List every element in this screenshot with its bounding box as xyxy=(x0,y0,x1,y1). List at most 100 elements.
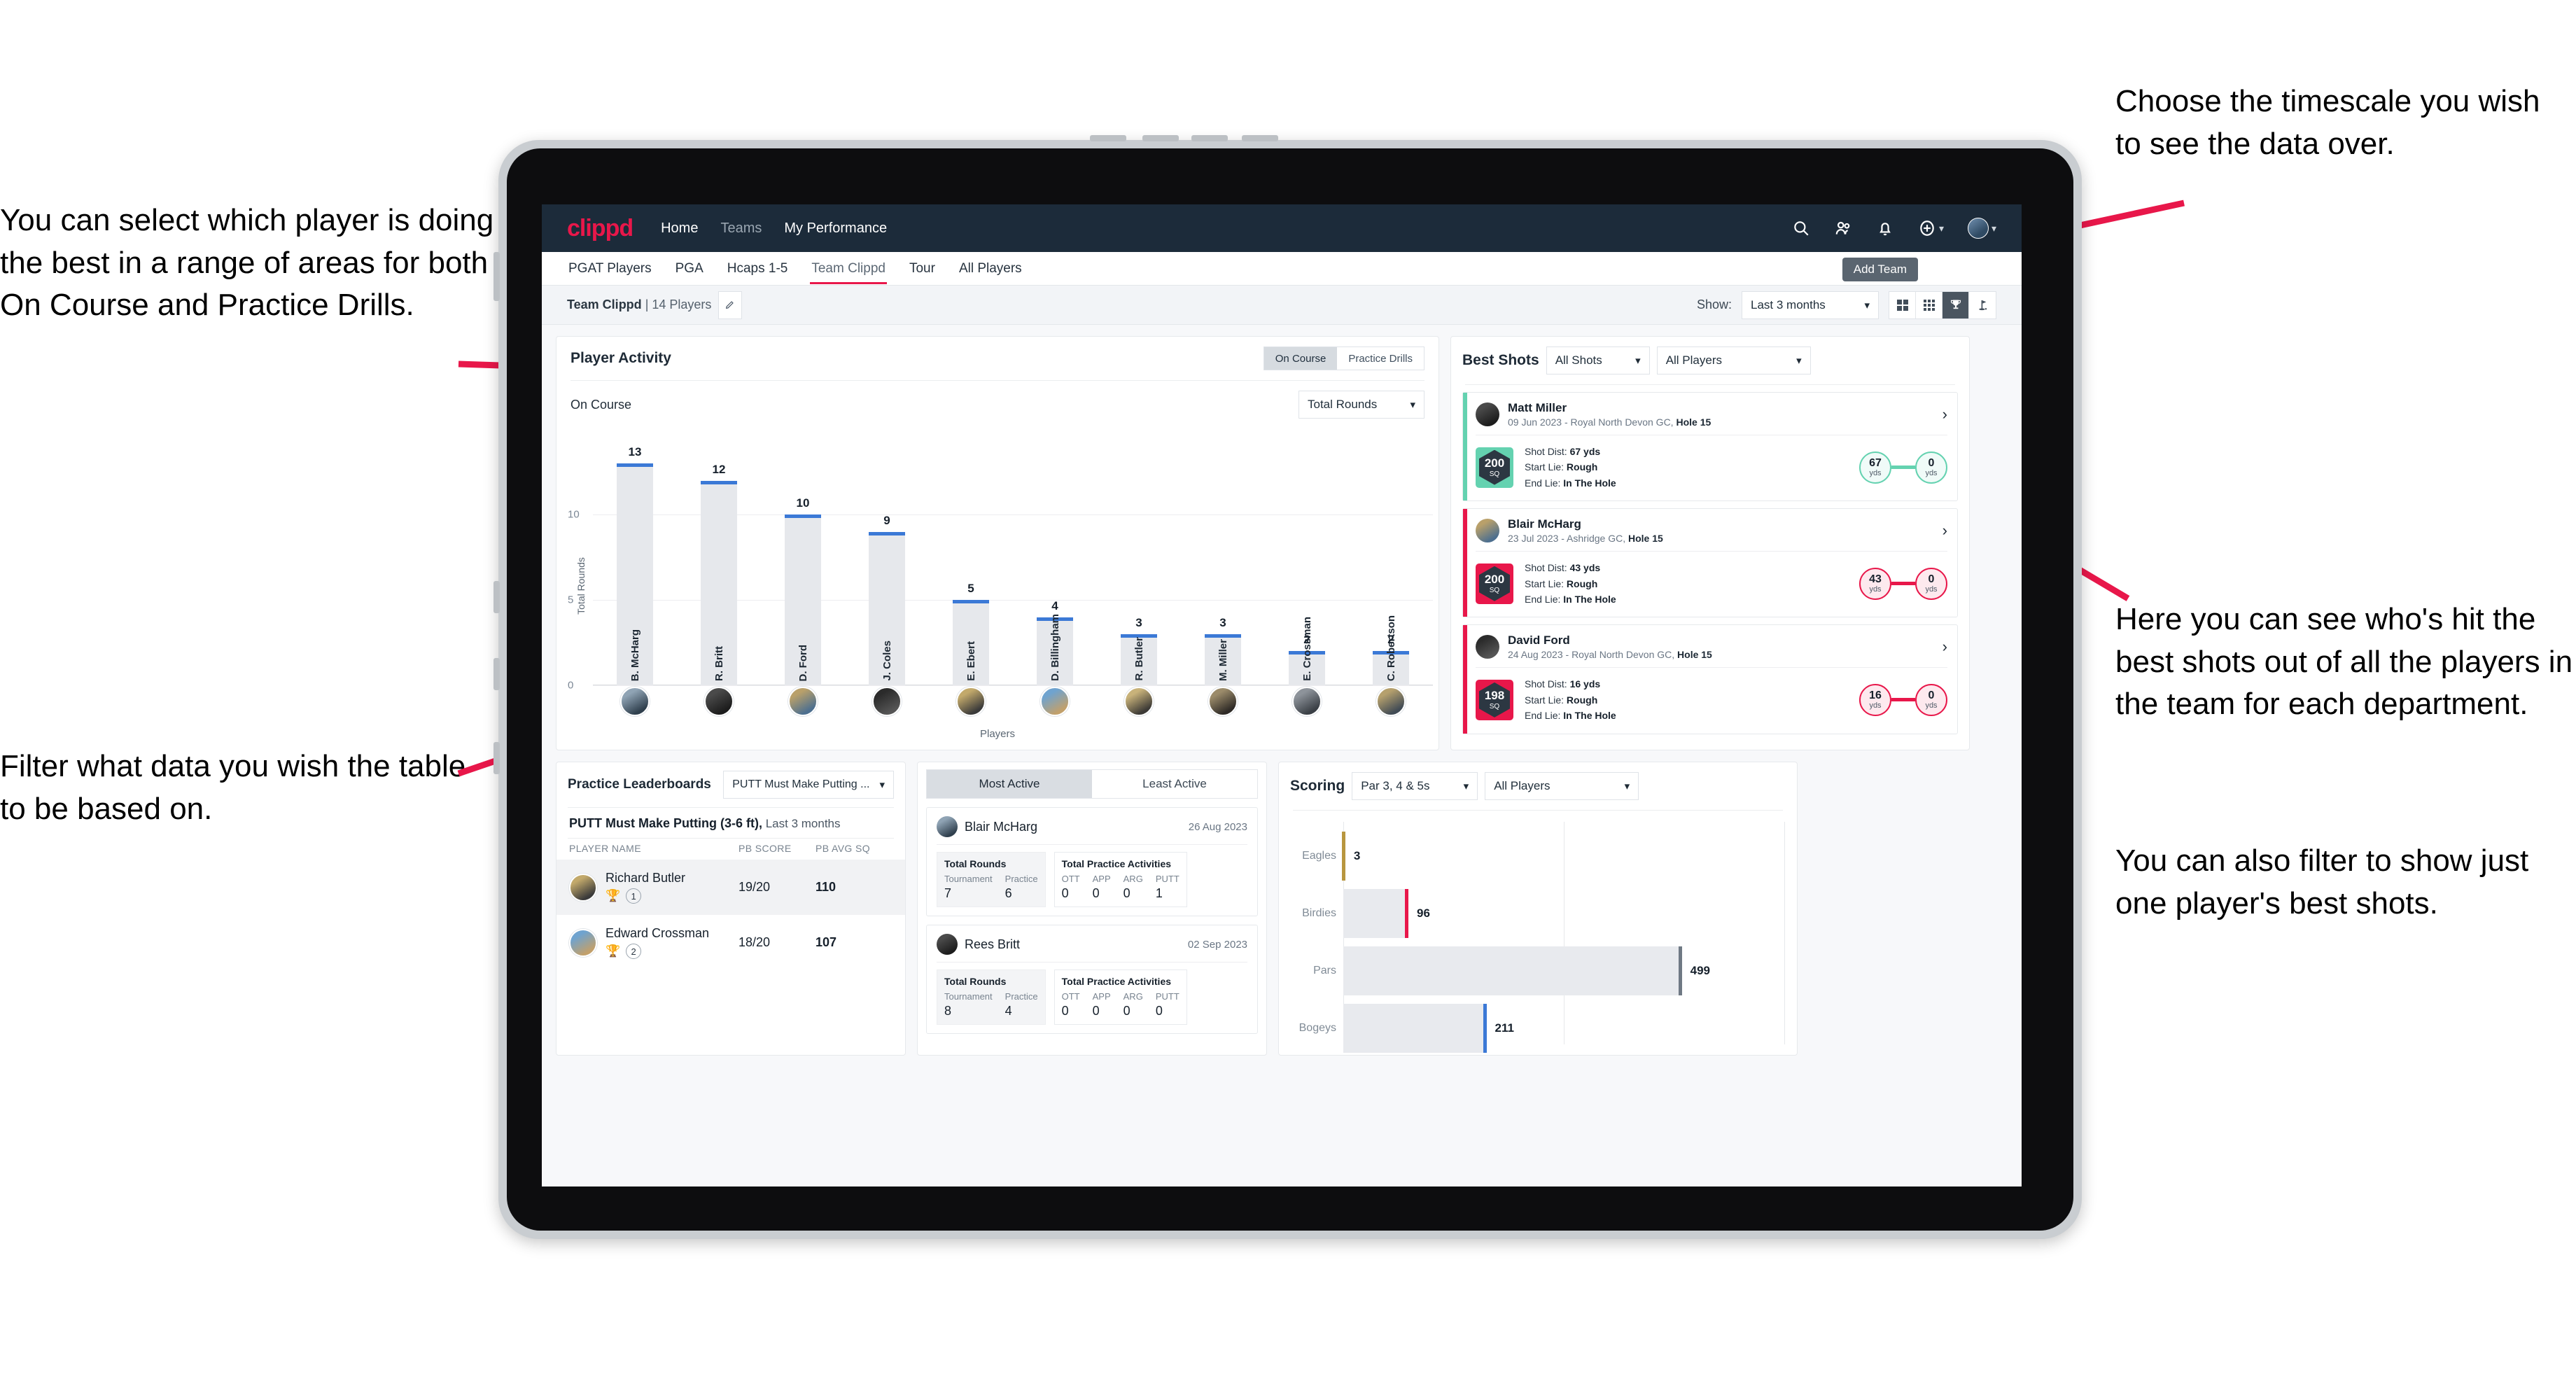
tab-pga[interactable]: PGA xyxy=(674,254,705,284)
best-shot-meta: 24 Aug 2023 - Royal North Devon GC, Hole… xyxy=(1508,649,1712,660)
best-shots-shot-filter[interactable]: All Shots ▾ xyxy=(1546,346,1650,374)
player-avatar[interactable] xyxy=(569,873,597,902)
annotation-select-player: You can select which player is doing the… xyxy=(0,203,494,323)
chart-bar-group[interactable]: 4 D. Billingham xyxy=(1013,447,1097,685)
chart-bar-group[interactable]: 13 B. McHarg xyxy=(593,445,677,685)
fact-end-lie-value: In The Hole xyxy=(1563,477,1616,489)
player-avatar[interactable] xyxy=(1292,687,1322,716)
chevron-right-icon[interactable]: › xyxy=(1942,405,1947,424)
nav-link-my-performance[interactable]: My Performance xyxy=(784,220,887,237)
scoring-row[interactable]: Birdies 96 xyxy=(1292,889,1784,938)
plus-circle-icon[interactable] xyxy=(1918,219,1936,237)
nav-link-home[interactable]: Home xyxy=(661,220,698,237)
player-avatar[interactable] xyxy=(937,816,958,837)
best-shots-list: Matt Miller 09 Jun 2023 - Royal North Dev… xyxy=(1451,385,1969,734)
chart-bar-group[interactable]: 9 J. Coles xyxy=(845,447,929,685)
avatar[interactable] xyxy=(1967,218,1989,239)
bell-icon[interactable] xyxy=(1876,219,1894,237)
chart-y-axis-label: Total Rounds xyxy=(575,556,587,615)
trophy-icon: 🏆 xyxy=(606,944,621,958)
best-shot-item[interactable]: Blair McHarg 23 Jul 2023 - Ashridge GC, H… xyxy=(1462,508,1958,618)
chart-bar-group[interactable]: 5 E. Ebert xyxy=(929,447,1013,685)
shot-quality-value: 200 xyxy=(1484,572,1505,586)
player-avatar[interactable] xyxy=(1476,635,1499,659)
shot-quality-unit: SQ xyxy=(1489,702,1500,710)
chart-bar-group[interactable]: 2 E. Crossman xyxy=(1265,447,1349,685)
best-shot-item[interactable]: Matt Miller 09 Jun 2023 - Royal North Dev… xyxy=(1462,392,1958,502)
player-avatar[interactable] xyxy=(1040,687,1070,716)
search-icon[interactable] xyxy=(1792,219,1810,237)
player-avatar[interactable] xyxy=(788,687,818,716)
metric-select[interactable]: Total Rounds ▾ xyxy=(1298,391,1424,419)
player-avatar[interactable] xyxy=(1476,402,1499,426)
chart-bar-group[interactable]: 2 C. Robertson xyxy=(1349,447,1433,685)
activity-practice-stat: APP 0 xyxy=(1093,991,1111,1018)
player-avatar[interactable] xyxy=(872,687,902,716)
tab-pgat-players[interactable]: PGAT Players xyxy=(567,254,653,284)
best-shot-player-name: David Ford xyxy=(1508,634,1570,648)
scoring-row[interactable]: Bogeys 211 xyxy=(1292,1004,1784,1053)
user-menu[interactable]: ▾ xyxy=(1967,218,1996,239)
scoring-bar xyxy=(1343,946,1682,995)
tab-all-players[interactable]: All Players xyxy=(958,254,1023,284)
player-avatar[interactable] xyxy=(569,928,597,957)
scoring-row[interactable]: Eagles 3 xyxy=(1292,832,1784,881)
leaderboard-player-info: Richard Butler 🏆 1 xyxy=(606,871,685,904)
player-avatar[interactable] xyxy=(937,934,958,955)
golf-flag-icon xyxy=(1979,300,1987,310)
scoring-player-select[interactable]: All Players ▾ xyxy=(1485,772,1639,800)
chart-bar-group[interactable]: 3 R. Butler xyxy=(1097,447,1181,685)
view-grid-2x2-button[interactable] xyxy=(1889,291,1916,318)
tab-hcaps-1-5[interactable]: Hcaps 1-5 xyxy=(726,254,790,284)
nav-link-teams[interactable]: Teams xyxy=(720,220,762,237)
player-avatar[interactable] xyxy=(1476,519,1499,543)
best-shot-identity: Matt Miller 09 Jun 2023 - Royal North Dev… xyxy=(1508,401,1711,428)
segment-practice-drills[interactable]: Practice Drills xyxy=(1337,347,1424,370)
view-trophy-button[interactable] xyxy=(1942,291,1969,318)
drill-select[interactable]: PUTT Must Make Putting ... ▾ xyxy=(723,771,894,799)
activity-round-key: Practice xyxy=(1004,874,1038,884)
clippd-logo[interactable]: clippd xyxy=(567,215,634,242)
leaderboard-row[interactable]: Richard Butler 🏆 1 19/20 110 xyxy=(556,860,905,915)
best-shot-item[interactable]: David Ford 24 Aug 2023 - Royal North Devo… xyxy=(1462,624,1958,734)
player-avatar[interactable] xyxy=(620,687,650,716)
player-avatar[interactable] xyxy=(956,687,986,716)
shot-end-unit: yds xyxy=(1925,584,1938,594)
device-button-left-2 xyxy=(493,581,500,613)
tab-least-active[interactable]: Least Active xyxy=(1092,770,1257,798)
activity-item[interactable]: Rees Britt 02 Sep 2023 Total Rounds Tournam… xyxy=(926,925,1258,1034)
best-shots-header: Best Shots All Shots ▾ All Players ▾ xyxy=(1451,337,1969,384)
player-avatar[interactable] xyxy=(1376,687,1406,716)
top-navigation-bar: clippd Home Teams My Performance ▾ ▾ xyxy=(542,204,2022,252)
view-grid-3x3-button[interactable] xyxy=(1916,291,1942,318)
player-avatar[interactable] xyxy=(704,687,734,716)
view-golf-flag-button[interactable] xyxy=(1969,292,1996,318)
best-shots-player-filter[interactable]: All Players ▾ xyxy=(1656,346,1811,374)
chevron-right-icon[interactable]: › xyxy=(1942,638,1947,656)
edit-team-button[interactable] xyxy=(718,290,743,319)
fact-start-lie-value: Rough xyxy=(1566,461,1598,473)
activity-practice-key: ARG xyxy=(1123,874,1143,884)
par-select[interactable]: Par 3, 4 & 5s ▾ xyxy=(1352,772,1478,800)
timescale-select[interactable]: Last 3 months ▾ xyxy=(1742,290,1879,319)
best-shot-accent-bar xyxy=(1463,625,1467,734)
team-separator: | xyxy=(641,298,652,312)
tab-tour[interactable]: Tour xyxy=(908,254,937,284)
chevron-right-icon[interactable]: › xyxy=(1942,522,1947,540)
player-avatar[interactable] xyxy=(1124,687,1154,716)
chart-avatar-cell xyxy=(1265,687,1349,719)
segment-on-course[interactable]: On Course xyxy=(1264,347,1338,370)
leaderboard-player-cell: Edward Crossman 🏆 2 xyxy=(569,926,738,959)
chart-bar-group[interactable]: 3 M. Miller xyxy=(1181,447,1265,685)
chart-bar-group[interactable]: 10 D. Ford xyxy=(761,447,845,685)
people-icon[interactable] xyxy=(1834,219,1852,237)
tab-team-clippd[interactable]: Team Clippd xyxy=(810,254,887,284)
tab-most-active[interactable]: Most Active xyxy=(927,770,1092,798)
chart-bar-group[interactable]: 12 R. Britt xyxy=(677,447,761,685)
scoring-track: 211 xyxy=(1343,1004,1784,1053)
activity-item[interactable]: Blair McHarg 26 Aug 2023 Total Rounds Tourn… xyxy=(926,807,1258,916)
leaderboard-row[interactable]: Edward Crossman 🏆 2 18/20 107 xyxy=(556,915,905,970)
scoring-row[interactable]: Pars 499 xyxy=(1292,946,1784,995)
player-avatar[interactable] xyxy=(1208,687,1238,716)
plus-circle-menu[interactable]: ▾ xyxy=(1918,219,1944,237)
